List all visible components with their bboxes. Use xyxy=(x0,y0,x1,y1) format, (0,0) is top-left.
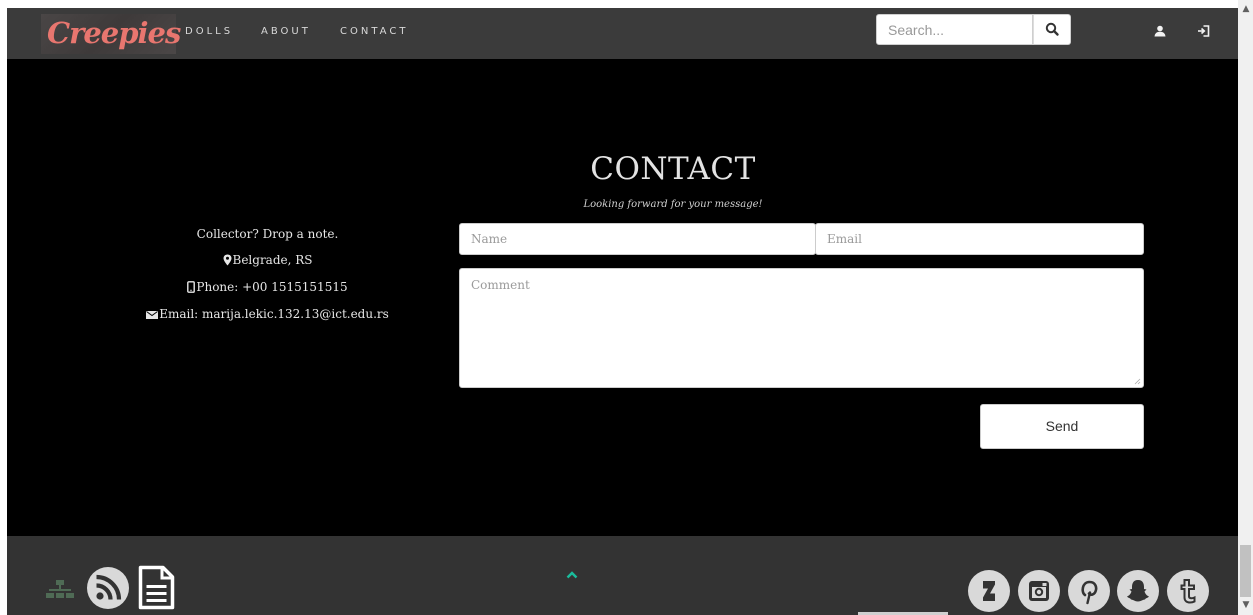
contact-email-text: Email: marija.lekic.132.13@ict.edu.rs xyxy=(159,307,389,321)
contact-location-text: Belgrade, RS xyxy=(232,253,313,267)
user-icon[interactable] xyxy=(1154,25,1166,37)
contact-location: Belgrade, RS xyxy=(140,253,395,267)
comment-textarea[interactable]: Comment xyxy=(459,268,1144,388)
contact-phone-text: Phone: +00 1515151515 xyxy=(196,280,348,294)
send-button[interactable]: Send xyxy=(980,404,1144,449)
nav-link-dolls[interactable]: DOLLS xyxy=(185,26,233,37)
comment-placeholder: Comment xyxy=(471,278,530,292)
window-frame-top xyxy=(0,0,1253,8)
snapchat-icon xyxy=(1127,580,1149,602)
contact-tagline: Collector? Drop a note. xyxy=(140,227,395,241)
snapchat-link[interactable] xyxy=(1117,570,1159,612)
document-icon[interactable] xyxy=(138,565,175,610)
contact-tagline-text: Collector? Drop a note. xyxy=(196,227,339,241)
search-input[interactable]: Search... xyxy=(876,14,1033,45)
sitemap-icon[interactable] xyxy=(45,578,75,602)
pinterest-icon xyxy=(1081,580,1098,605)
pinterest-link[interactable] xyxy=(1068,570,1110,612)
search-icon xyxy=(1045,22,1059,36)
deviantart-link[interactable] xyxy=(968,570,1010,612)
login-icon[interactable] xyxy=(1197,25,1210,37)
navbar: Creepies DOLLS ABOUT CONTACT Search... xyxy=(7,8,1238,59)
resize-grip-icon[interactable] xyxy=(1134,378,1141,385)
chevron-up-icon[interactable] xyxy=(565,570,579,580)
window-frame-left xyxy=(0,0,7,615)
email-input[interactable]: Email xyxy=(815,223,1144,255)
envelope-icon xyxy=(146,311,159,319)
scroll-down-icon[interactable]: ▼ xyxy=(1241,600,1251,610)
vertical-scrollbar-thumb[interactable] xyxy=(1240,545,1251,597)
name-input[interactable]: Name xyxy=(459,223,816,255)
contact-phone: Phone: +00 1515151515 xyxy=(140,280,395,294)
tumblr-icon xyxy=(1180,579,1196,604)
nav-link-contact[interactable]: CONTACT xyxy=(340,26,408,37)
page-subtitle: Looking forward for your message! xyxy=(583,199,763,210)
nav-link-about[interactable]: ABOUT xyxy=(261,26,311,37)
instagram-link[interactable] xyxy=(1018,570,1060,612)
rss-icon[interactable] xyxy=(86,566,130,610)
deviantart-icon xyxy=(983,581,995,601)
phone-icon xyxy=(187,281,196,293)
page-title: CONTACT xyxy=(590,151,756,187)
contact-email: Email: marija.lekic.132.13@ict.edu.rs xyxy=(140,307,395,321)
vertical-scrollbar[interactable] xyxy=(1238,0,1253,615)
search-button[interactable] xyxy=(1033,14,1071,45)
instagram-icon xyxy=(1029,581,1049,601)
map-marker-icon xyxy=(223,254,231,266)
tumblr-link[interactable] xyxy=(1167,570,1209,612)
brand-logo[interactable]: Creepies xyxy=(47,16,181,50)
scroll-up-icon[interactable]: ▲ xyxy=(1241,4,1251,14)
